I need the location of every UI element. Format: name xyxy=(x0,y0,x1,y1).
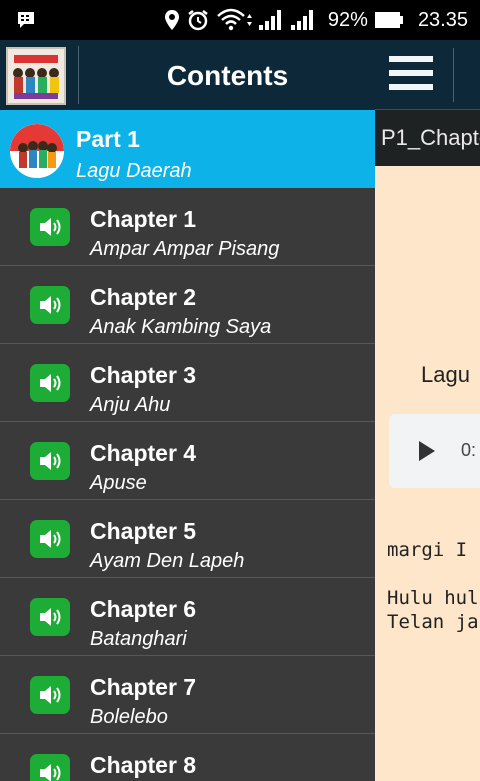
speaker-icon xyxy=(30,364,70,402)
speaker-icon xyxy=(30,598,70,636)
bbm-icon xyxy=(18,12,34,28)
lyrics-line: Telan ja xyxy=(387,611,479,633)
part-item[interactable]: Part 1 Lagu Daerah xyxy=(0,110,375,188)
alarm-icon xyxy=(188,10,208,31)
speaker-icon xyxy=(30,754,70,781)
speaker-icon xyxy=(30,208,70,246)
chapter-subtitle: Anju Ahu xyxy=(90,394,171,416)
chapter-list: Chapter 1 Ampar Ampar Pisang Chapter 2 A… xyxy=(0,188,375,781)
toolbar-divider xyxy=(453,48,454,102)
chapter-subtitle: Anak Kambing Saya xyxy=(90,316,272,338)
chapter-item[interactable]: Chapter 2 Anak Kambing Saya xyxy=(0,266,375,344)
chapter-title: Chapter 6 xyxy=(90,596,197,622)
chapter-subtitle: Apuse xyxy=(90,472,147,494)
part-subtitle: Lagu Daerah xyxy=(76,160,192,182)
chapter-title: Chapter 1 xyxy=(90,206,197,232)
chapter-item[interactable]: Chapter 7 Bolelebo xyxy=(0,656,375,734)
chapter-subtitle: Ayam Den Lapeh xyxy=(90,550,245,572)
part-avatar xyxy=(10,124,64,178)
chapter-title: Chapter 3 xyxy=(90,362,197,388)
chapter-title: Chapter 5 xyxy=(90,518,197,544)
location-icon xyxy=(164,10,179,30)
content-heading: Lagu xyxy=(421,362,470,387)
chapter-tab[interactable]: P1_Chapte xyxy=(375,110,480,166)
chapter-subtitle: Ampar Ampar Pisang xyxy=(90,238,280,260)
content-area: P1_Chapte Lagu 0: margi I Hulu hul Telan… xyxy=(375,40,480,781)
chapter-title: Chapter 4 xyxy=(90,440,197,466)
speaker-icon xyxy=(30,676,70,714)
chapter-item[interactable]: Chapter 4 Apuse xyxy=(0,422,375,500)
chapter-title: Chapter 7 xyxy=(90,674,197,700)
battery-percent: 92% xyxy=(327,8,368,31)
app-logo xyxy=(6,47,66,105)
speaker-icon xyxy=(30,286,70,324)
battery-icon xyxy=(374,12,403,28)
wifi-icon xyxy=(217,8,252,31)
lyrics-line: Hulu hul xyxy=(387,587,479,609)
chapter-title: Chapter 8 xyxy=(90,752,197,778)
signal-icon xyxy=(258,10,281,30)
chapter-item[interactable]: Chapter 1 Ampar Ampar Pisang xyxy=(0,188,375,266)
drawer-header: Contents xyxy=(0,40,375,110)
chapter-item[interactable]: Chapter 6 Batanghari xyxy=(0,578,375,656)
audio-player: 0: xyxy=(389,414,480,488)
chapter-item[interactable]: Chapter 8 xyxy=(0,734,375,781)
part-title: Part 1 xyxy=(76,126,140,152)
chapter-item[interactable]: Chapter 5 Ayam Den Lapeh xyxy=(0,500,375,578)
speaker-icon xyxy=(30,442,70,480)
header-divider xyxy=(78,46,79,104)
chapter-subtitle: Bolelebo xyxy=(90,706,168,728)
drawer-title: Contents xyxy=(166,60,289,91)
lyrics-text: margi I Hulu hul Telan ja xyxy=(387,538,479,634)
content-toolbar xyxy=(375,40,480,110)
menu-icon[interactable] xyxy=(389,56,433,96)
chapter-item[interactable]: Chapter 3 Anju Ahu xyxy=(0,344,375,422)
signal-icon xyxy=(290,10,313,30)
chapter-title: Chapter 2 xyxy=(90,284,197,310)
speaker-icon xyxy=(30,520,70,558)
navigation-drawer: Contents Part 1 Lagu Daerah Chapter 1 Am… xyxy=(0,40,375,781)
chapter-subtitle: Batanghari xyxy=(90,628,187,650)
play-icon[interactable] xyxy=(419,441,435,461)
clock: 23.35 xyxy=(417,8,468,31)
lyrics-line: margi I xyxy=(387,539,468,561)
status-bar: 92% 23.35 xyxy=(0,0,480,40)
audio-time: 0: xyxy=(461,440,477,460)
